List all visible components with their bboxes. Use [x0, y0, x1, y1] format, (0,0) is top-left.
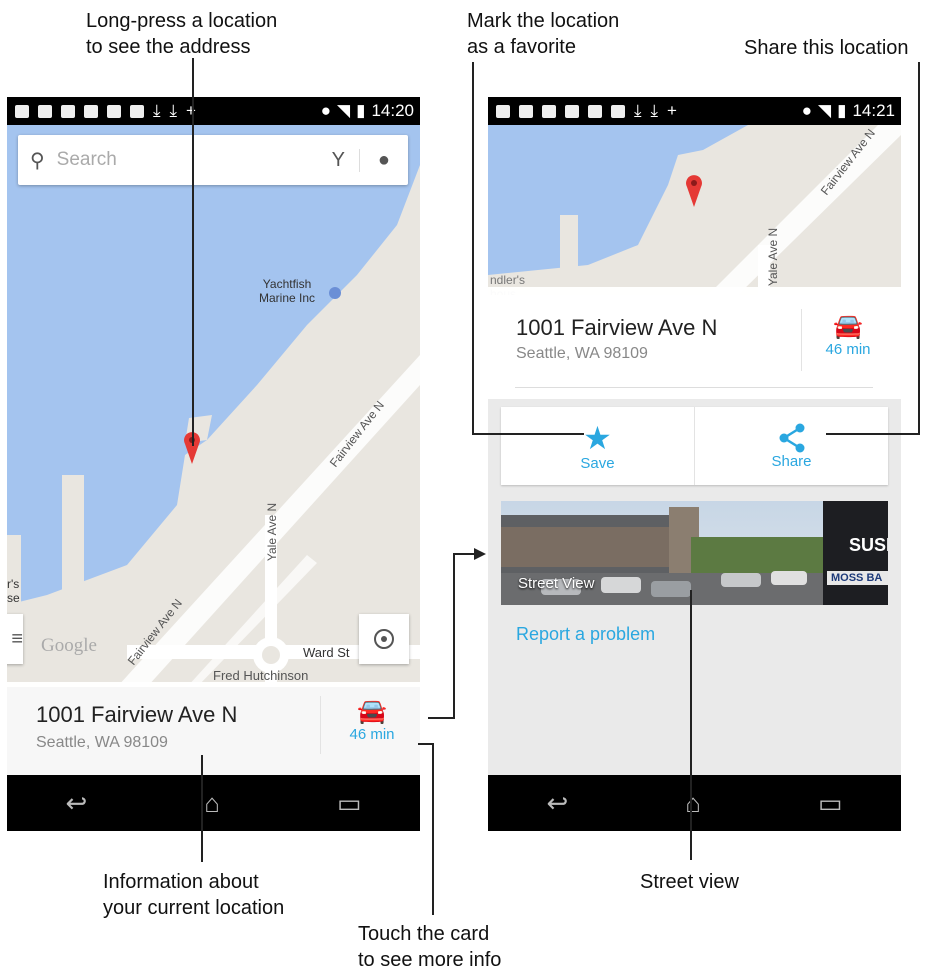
- calendar-icon: [519, 104, 533, 118]
- map-label-yachtfish: Yachtfish Marine Inc: [259, 277, 316, 305]
- battery-icon: ▮: [356, 101, 366, 120]
- callout-long-press: Long-press a location to see the address: [86, 10, 278, 58]
- search-icon[interactable]: ⚲: [30, 148, 45, 173]
- back-icon[interactable]: ↩: [546, 788, 568, 819]
- home-icon[interactable]: ⌂: [685, 788, 701, 819]
- recents-icon[interactable]: ▭: [818, 788, 843, 819]
- callout-touch: Touch the card to see more info: [358, 923, 502, 971]
- status-bar: ⤓ ⤓ + ● ◥ ▮ 14:21: [488, 97, 901, 125]
- facebook-icon: [565, 104, 579, 118]
- leader-card-h1: [428, 717, 455, 719]
- search-bar[interactable]: ⚲ Search Y ●: [18, 135, 408, 185]
- save-button[interactable]: ★ Save: [501, 407, 695, 485]
- google-logo: Google: [41, 635, 97, 656]
- map-label-fred: Fred Hutchinson: [213, 668, 309, 683]
- report-problem-link[interactable]: Report a problem: [516, 624, 655, 645]
- action-buttons: ★ Save Share: [501, 407, 888, 485]
- notification-icon: [15, 104, 29, 118]
- marina-icon: [329, 287, 341, 299]
- status-bar: ⤓ ⤓ + ● ◥ ▮ 14:20: [7, 97, 420, 125]
- download-icon: ⤓: [650, 101, 659, 120]
- notification-icon: [496, 104, 510, 118]
- leader-share-h: [826, 433, 920, 435]
- facebook-icon: [84, 104, 98, 118]
- street-sign-2: MOSS BA: [831, 572, 883, 584]
- map-view[interactable]: Yachtfish Marine Inc Fairview Ave N Fair…: [7, 125, 420, 687]
- car-icon: 🚘: [357, 698, 387, 725]
- callout-favorite: Mark the location as a favorite: [467, 10, 620, 58]
- leader-street: [690, 590, 692, 860]
- download-icon: ⤓: [153, 101, 161, 120]
- mail-icon: [542, 104, 556, 118]
- chat-icon: [611, 104, 625, 118]
- leader-card-v: [453, 553, 455, 719]
- nav-bar: ↩ ⌂ ▭: [7, 775, 420, 831]
- download-icon: ⤓: [169, 101, 178, 120]
- arrow-head: [474, 548, 486, 560]
- share-icon: [779, 423, 804, 452]
- home-icon[interactable]: ⌂: [204, 788, 220, 819]
- clock: 14:21: [852, 101, 895, 120]
- nav-bar: ↩ ⌂ ▭: [488, 775, 901, 831]
- share-button[interactable]: Share: [695, 407, 888, 485]
- map-label-yale: Yale Ave N: [265, 502, 280, 562]
- map-pin-icon: [686, 175, 702, 207]
- location-icon: ●: [320, 101, 332, 120]
- battery-icon: ▮: [837, 101, 847, 120]
- map-label-edge: r's se: [7, 577, 20, 605]
- clock: 14:20: [371, 101, 414, 120]
- map-canvas: [7, 125, 420, 687]
- download-icon: ⤓: [634, 101, 642, 120]
- wifi-icon: ◥: [337, 101, 351, 120]
- my-location-button[interactable]: [359, 614, 409, 664]
- drive-time[interactable]: 🚘 46 min: [813, 313, 883, 358]
- gmail-icon: [588, 104, 602, 118]
- star-icon: ★: [583, 419, 612, 456]
- card-city: Seattle, WA 98109: [36, 734, 168, 751]
- callout-info: Information about your current location: [103, 871, 285, 919]
- add-contact-icon: +: [667, 101, 677, 120]
- leader-card-h2: [453, 553, 475, 555]
- map-label-yale: Yale Ave N: [766, 227, 781, 287]
- drive-time[interactable]: 🚘 46 min: [337, 698, 407, 743]
- wifi-icon: ◥: [818, 101, 832, 120]
- card-address: 1001 Fairview Ave N: [516, 315, 718, 340]
- my-location-icon: [374, 629, 394, 649]
- street-view-label: Street View: [518, 575, 595, 592]
- leader-share-v: [918, 62, 920, 435]
- card-city: Seattle, WA 98109: [516, 345, 648, 362]
- callout-street: Street view: [640, 871, 739, 893]
- location-card[interactable]: 1001 Fairview Ave N Seattle, WA 98109 🚘 …: [7, 682, 420, 775]
- leader-long-press: [192, 58, 194, 446]
- card-address: 1001 Fairview Ave N: [36, 702, 238, 727]
- car-icon: 🚘: [833, 313, 863, 340]
- directions-icon[interactable]: Y: [318, 148, 360, 172]
- chat-icon: [130, 104, 144, 118]
- map-label-ward: Ward St: [303, 645, 350, 660]
- back-icon[interactable]: ↩: [65, 788, 87, 819]
- gmail-icon: [107, 104, 121, 118]
- location-icon: ●: [801, 101, 813, 120]
- street-sign: SUSH: [849, 535, 888, 555]
- recents-icon[interactable]: ▭: [337, 788, 362, 819]
- calendar-icon: [38, 104, 52, 118]
- left-phone: ⤓ ⤓ + ● ◥ ▮ 14:20 Yachtfish Marine Inc F…: [7, 97, 420, 831]
- mail-icon: [61, 104, 75, 118]
- location-card: 1001 Fairview Ave N Seattle, WA 98109 🚘 …: [488, 287, 901, 399]
- menu-button[interactable]: ≡: [7, 614, 23, 664]
- leader-favorite-v: [472, 62, 474, 435]
- right-phone: ⤓ ⤓ + ● ◥ ▮ 14:21 Fairview Ave N Yale Av…: [488, 97, 901, 831]
- callout-share: Share this location: [744, 37, 909, 59]
- leader-favorite-h: [472, 433, 584, 435]
- leader-info: [201, 755, 203, 862]
- leader-touch-v: [432, 743, 434, 915]
- street-view-image[interactable]: Street View SUSH MOSS BA: [501, 501, 888, 605]
- map-view[interactable]: Fairview Ave N Yale Ave N ndler's hous: [488, 125, 901, 295]
- account-icon[interactable]: ●: [360, 149, 408, 172]
- search-input[interactable]: Search: [57, 149, 318, 171]
- map-canvas: [488, 125, 901, 295]
- add-contact-icon: +: [186, 101, 196, 120]
